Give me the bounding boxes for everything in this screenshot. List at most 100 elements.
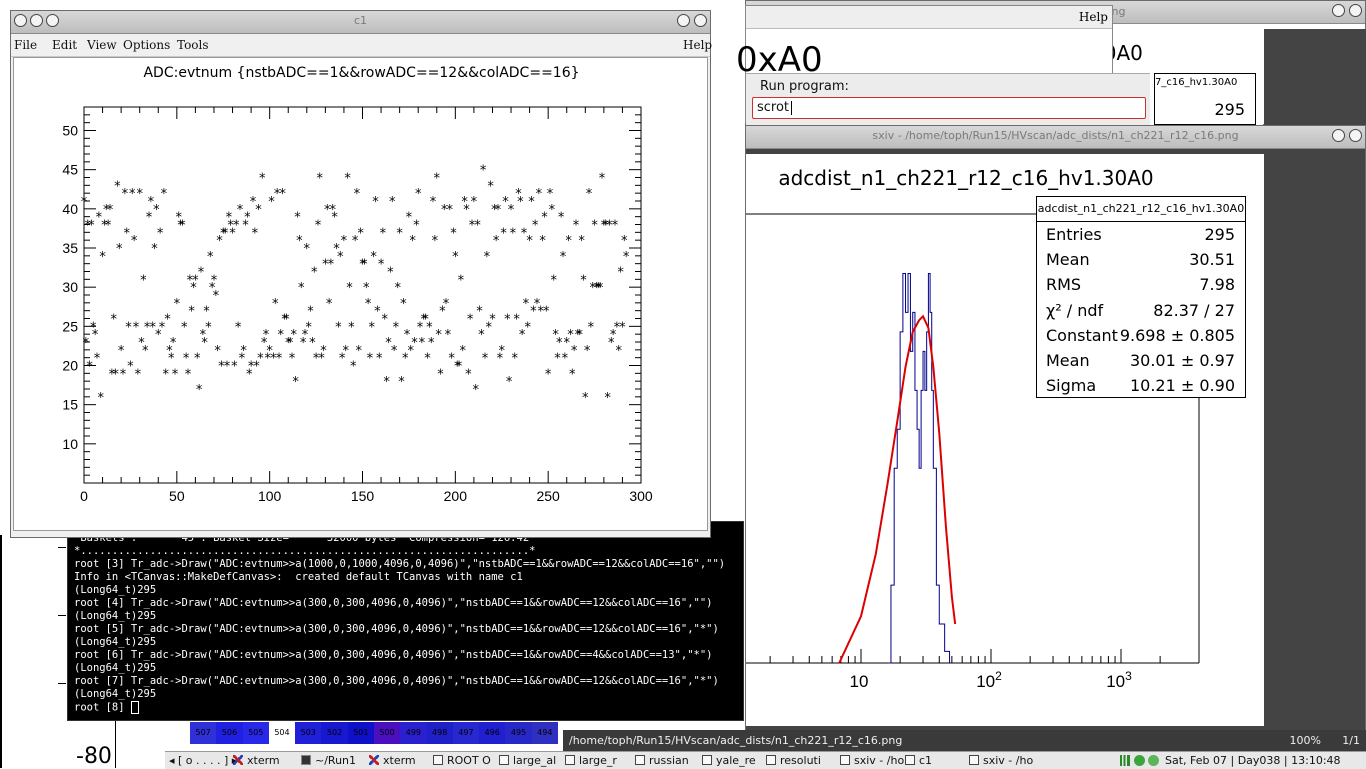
axis-tick — [58, 615, 66, 616]
run-input[interactable]: scrot — [752, 97, 1146, 119]
data-point: * — [213, 289, 220, 304]
data-point: * — [135, 367, 142, 382]
y-tick-label: 45 — [62, 162, 78, 178]
taskbar-item[interactable]: ~/Run1 — [315, 754, 356, 767]
data-point: * — [278, 328, 285, 343]
heatmap-cell: 498 — [426, 722, 453, 744]
taskbar-item[interactable]: sxiv - /ho — [983, 754, 1033, 767]
taskbar-item[interactable]: xterm — [247, 754, 280, 767]
title-bar[interactable]: sxiv - /home/toph/Run15/HVscan/adc_dists… — [746, 126, 1365, 149]
taskbar-item[interactable]: large_al — [513, 754, 556, 767]
sxiv-window[interactable]: sxiv - /home/toph/Run15/HVscan/adc_dists… — [745, 125, 1366, 751]
taskbar-item[interactable]: xterm — [383, 754, 416, 767]
taskbar-item[interactable]: russian — [649, 754, 689, 767]
taskbar-item[interactable]: large_r — [579, 754, 617, 767]
data-point: * — [92, 328, 99, 343]
data-point: * — [174, 297, 181, 312]
menu-tools[interactable]: Tools — [177, 38, 209, 52]
menu-file[interactable]: File — [14, 38, 37, 52]
data-point: * — [528, 195, 535, 210]
menu-view[interactable]: View — [87, 38, 117, 52]
terminal-prompt: root [8] — [74, 701, 739, 715]
taskbar-item[interactable]: c1 — [919, 754, 932, 767]
data-point: * — [201, 336, 208, 351]
data-point: * — [259, 172, 266, 187]
data-point: * — [539, 234, 546, 249]
stats-key: RMS — [1046, 275, 1082, 295]
data-point: * — [493, 234, 500, 249]
title-bar[interactable]: c1 — [11, 11, 710, 34]
data-point: * — [591, 219, 598, 234]
data-point: * — [526, 234, 533, 249]
data-point: * — [554, 352, 561, 367]
maximize-button[interactable] — [694, 14, 707, 27]
maximize-button[interactable] — [1332, 129, 1345, 142]
close-button[interactable] — [1349, 129, 1362, 142]
data-point: * — [612, 219, 619, 234]
data-point: * — [447, 203, 454, 218]
data-point: * — [83, 336, 90, 351]
menu-edit[interactable]: Edit — [52, 38, 77, 52]
data-point: * — [133, 320, 140, 335]
x-icon — [369, 755, 379, 765]
stats-key: Constant — [1046, 325, 1118, 345]
data-point: * — [196, 383, 203, 398]
data-point: * — [584, 344, 591, 359]
data-point: * — [617, 266, 624, 281]
root-canvas-window[interactable]: c1 File Edit View Options Tools Help ADC… — [10, 10, 712, 538]
data-point: * — [168, 352, 175, 367]
taskbar-item[interactable]: resoluti — [780, 754, 821, 767]
canvas-area[interactable]: ADC:evtnum {nstbADC==1&&rowADC==12&&colA… — [13, 57, 708, 531]
taskbar-item[interactable]: sxiv - /ho — [854, 754, 904, 767]
taskbar-item[interactable]: yale_re — [716, 754, 756, 767]
data-point: * — [541, 211, 548, 226]
data-point: * — [562, 352, 569, 367]
data-point: * — [586, 187, 593, 202]
text-cursor — [791, 101, 792, 115]
menu-options[interactable]: Options — [123, 38, 170, 52]
menu-help[interactable]: Help — [683, 38, 712, 52]
data-point: * — [580, 273, 587, 288]
left-panel-strip — [0, 535, 67, 720]
data-point: * — [430, 195, 437, 210]
data-point: * — [311, 266, 318, 281]
terminal-line: Info in <TCanvas::MakeDefCanvas>: create… — [74, 571, 523, 583]
xterm-window[interactable]: *Baskets : 45 : Basket Size= 32000 bytes… — [67, 521, 744, 721]
stat-title-fragment: 7_c16_hv1.30A0 — [1155, 77, 1238, 88]
minimize-button[interactable] — [677, 14, 690, 27]
stats-key: Mean — [1046, 250, 1090, 270]
stats-divider — [1037, 221, 1245, 222]
run-dialog[interactable]: Help 0xA0 Run program: scrot — [736, 5, 1150, 125]
data-point: * — [88, 219, 95, 234]
data-point: * — [172, 367, 179, 382]
data-point: * — [292, 375, 299, 390]
data-point: * — [487, 179, 494, 194]
data-point: * — [211, 273, 218, 288]
data-point: * — [588, 320, 595, 335]
help-menu[interactable]: Help — [1079, 10, 1108, 24]
data-point: * — [424, 352, 431, 367]
data-point: * — [305, 320, 312, 335]
maximize-button[interactable] — [1332, 4, 1345, 17]
data-point: * — [279, 187, 286, 202]
data-point: * — [207, 250, 214, 265]
data-point: * — [380, 226, 387, 241]
data-point: * — [263, 328, 270, 343]
data-point: * — [326, 297, 333, 312]
close-button[interactable] — [1349, 4, 1362, 17]
taskbar-item[interactable]: ROOT O — [447, 754, 491, 767]
data-point: * — [153, 203, 160, 218]
data-point: * — [404, 328, 411, 343]
data-point: * — [122, 187, 129, 202]
data-point: * — [344, 172, 351, 187]
data-point: * — [571, 344, 578, 359]
data-point: * — [164, 313, 171, 328]
heatmap-cell: 500 — [373, 722, 401, 744]
data-point: * — [504, 313, 511, 328]
data-point: * — [257, 352, 264, 367]
data-point: * — [343, 344, 350, 359]
data-point: * — [105, 219, 112, 234]
terminal-output[interactable]: *Baskets : 45 : Basket Size= 32000 bytes… — [74, 532, 739, 718]
status-zoom: 100% — [1289, 734, 1321, 747]
taskbar-item[interactable]: ◂ [ o . . . . ] ▸ — [169, 754, 237, 767]
